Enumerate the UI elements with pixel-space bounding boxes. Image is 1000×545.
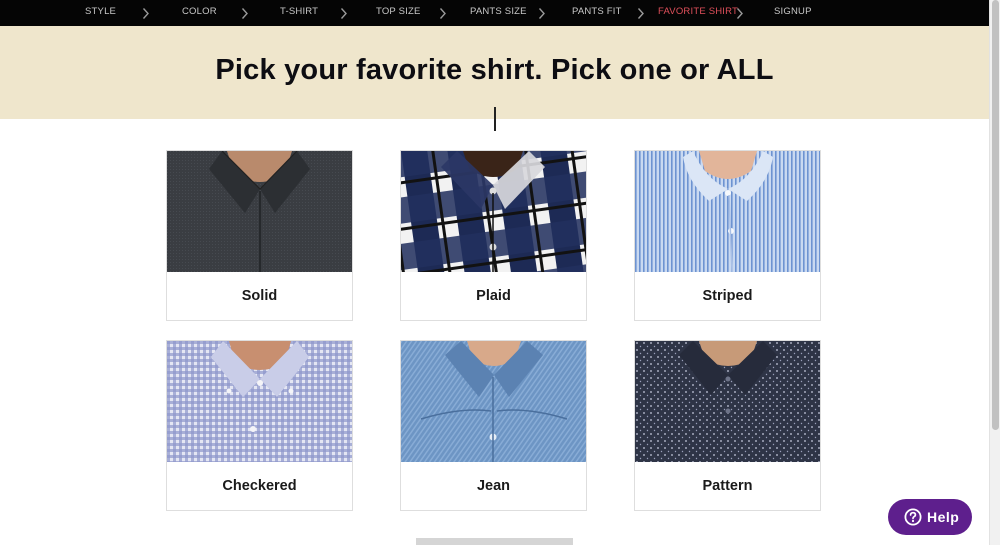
text-cursor-divider <box>494 107 496 131</box>
shirt-option-solid[interactable]: Solid <box>166 150 353 321</box>
chevron-right-icon <box>340 7 348 20</box>
option-label: Plaid <box>476 288 511 304</box>
scrollbar-thumb[interactable] <box>992 0 999 430</box>
pattern-shirt-image <box>635 341 820 462</box>
chevron-right-icon <box>637 7 645 20</box>
option-label: Pattern <box>702 478 753 494</box>
option-label: Solid <box>241 288 278 304</box>
shirt-option-checkered[interactable]: Checkered <box>166 340 353 511</box>
step-signup[interactable]: SIGNUP <box>774 0 812 26</box>
chevron-right-icon <box>241 7 249 20</box>
step-style[interactable]: STYLE <box>85 0 116 26</box>
plaid-shirt-image <box>401 151 586 272</box>
step-top-size[interactable]: TOP SIZE <box>376 0 421 26</box>
shirt-option-pattern[interactable]: Pattern <box>634 340 821 511</box>
page-title: Pick your favorite shirt. Pick one or AL… <box>215 54 774 86</box>
step-color[interactable]: COLOR <box>182 0 217 26</box>
chevron-right-icon <box>736 7 744 20</box>
step-favorite-shirt[interactable]: FAVORITE SHIRT <box>658 0 738 26</box>
chevron-right-icon <box>142 7 150 20</box>
option-label: Checkered <box>222 478 297 494</box>
step-pants-fit[interactable]: PANTS FIT <box>572 0 622 26</box>
checkered-shirt-image <box>167 341 352 462</box>
chevron-right-icon <box>439 7 447 20</box>
striped-shirt-image <box>635 151 820 272</box>
help-label: Help <box>927 509 960 525</box>
jean-shirt-image <box>401 341 586 462</box>
question-circle-icon <box>904 508 922 526</box>
option-label: Jean <box>476 478 511 494</box>
help-button[interactable]: Help <box>888 499 972 535</box>
shirt-option-plaid[interactable]: Plaid <box>400 150 587 321</box>
hero-banner: Pick your favorite shirt. Pick one or AL… <box>0 26 989 119</box>
scrollbar[interactable] <box>989 0 1000 545</box>
page: STYLE COLOR T-SHIRT TOP SIZE PANTS SIZE … <box>0 0 1000 545</box>
step-pants-size[interactable]: PANTS SIZE <box>470 0 527 26</box>
step-navigation: STYLE COLOR T-SHIRT TOP SIZE PANTS SIZE … <box>0 0 989 26</box>
solid-shirt-image <box>167 151 352 272</box>
continue-button-partial[interactable] <box>416 538 573 545</box>
shirt-option-jean[interactable]: Jean <box>400 340 587 511</box>
option-label: Striped <box>702 288 753 304</box>
chevron-right-icon <box>538 7 546 20</box>
shirt-option-striped[interactable]: Striped <box>634 150 821 321</box>
content: STYLE COLOR T-SHIRT TOP SIZE PANTS SIZE … <box>0 0 989 545</box>
step-t-shirt[interactable]: T-SHIRT <box>280 0 318 26</box>
